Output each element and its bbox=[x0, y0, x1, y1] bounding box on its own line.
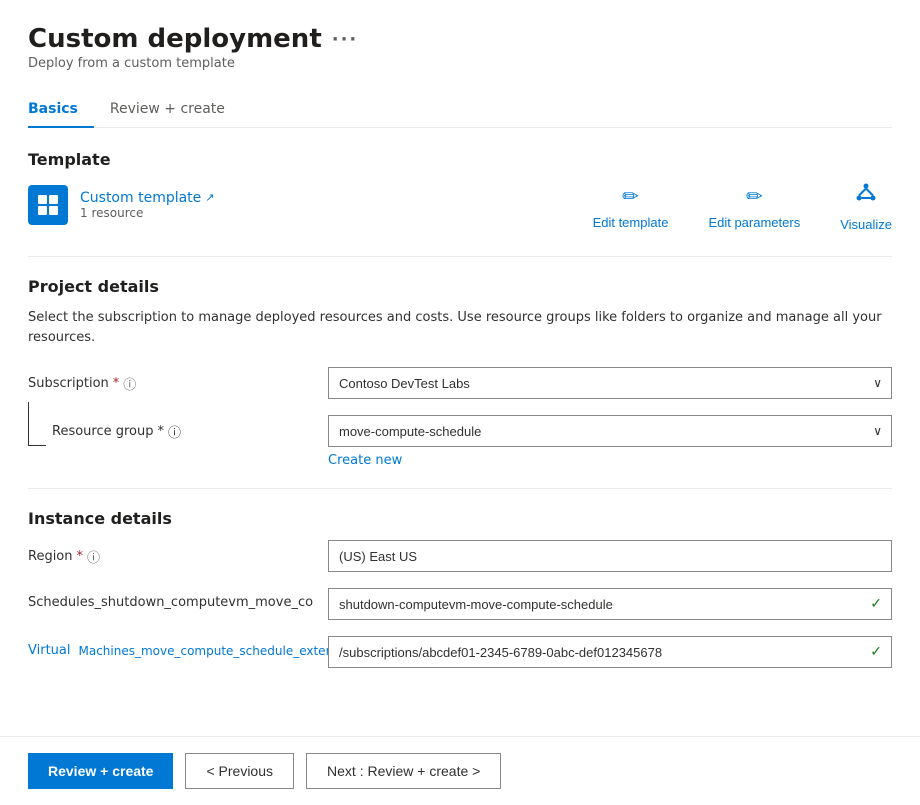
virtual-machines-dropdown-wrapper: /subscriptions/abcdef01-2345-6789-0abc-d… bbox=[328, 636, 892, 668]
subscription-info-icon[interactable]: ⓘ bbox=[123, 374, 136, 393]
instance-details-title: Instance details bbox=[28, 509, 892, 528]
subscription-dropdown-wrapper: Contoso DevTest Labs bbox=[328, 367, 892, 399]
review-create-button[interactable]: Review + create bbox=[28, 753, 173, 789]
ellipsis-menu[interactable]: ··· bbox=[332, 29, 359, 50]
project-description: Select the subscription to manage deploy… bbox=[28, 308, 892, 347]
region-row: Region * ⓘ bbox=[28, 540, 892, 572]
divider-2 bbox=[28, 488, 892, 489]
page-header: Custom deployment ··· Deploy from a cust… bbox=[28, 24, 892, 71]
region-input[interactable] bbox=[328, 540, 892, 572]
schedules-dropdown-wrapper: shutdown-computevm-move-compute-schedule bbox=[328, 588, 892, 620]
virtual-machines-control: /subscriptions/abcdef01-2345-6789-0abc-d… bbox=[328, 636, 892, 668]
edit-template-button[interactable]: ✏ Edit template bbox=[593, 184, 669, 230]
schedules-row: Schedules_shutdown_computevm_move_co shu… bbox=[28, 588, 892, 620]
page-subtitle: Deploy from a custom template bbox=[28, 56, 892, 71]
subscription-row: Subscription * ⓘ Contoso DevTest Labs bbox=[28, 367, 892, 399]
external-link-icon: ↗ bbox=[205, 191, 214, 204]
region-label: Region * ⓘ bbox=[28, 540, 308, 566]
tabs-bar: Basics Review + create bbox=[28, 91, 892, 128]
template-section: Template Custom template ↗ bbox=[28, 150, 892, 232]
region-required: * bbox=[77, 549, 84, 564]
template-card: Custom template ↗ 1 resource bbox=[28, 185, 215, 225]
next-button[interactable]: Next : Review + create > bbox=[306, 753, 501, 789]
project-details-title: Project details bbox=[28, 277, 892, 296]
virtual-sublabel-text: Machines_move_compute_schedule_externali… bbox=[78, 644, 359, 658]
virtual-machines-dropdown[interactable]: /subscriptions/abcdef01-2345-6789-0abc-d… bbox=[328, 636, 892, 668]
resource-group-bracket bbox=[28, 402, 46, 446]
template-icon bbox=[28, 185, 68, 225]
resource-group-dropdown-wrapper: move-compute-schedule bbox=[328, 415, 892, 447]
edit-parameters-button[interactable]: ✏ Edit parameters bbox=[708, 184, 800, 230]
template-actions: ✏ Edit template ✏ Edit parameters bbox=[593, 181, 892, 232]
visualize-button[interactable]: Visualize bbox=[840, 181, 892, 232]
edit-parameters-icon: ✏ bbox=[746, 184, 763, 209]
resource-group-control: move-compute-schedule Create new bbox=[328, 415, 892, 468]
network-icon bbox=[854, 181, 878, 205]
schedules-dropdown[interactable]: shutdown-computevm-move-compute-schedule bbox=[328, 588, 892, 620]
subscription-dropdown[interactable]: Contoso DevTest Labs bbox=[328, 367, 892, 399]
resource-group-dropdown[interactable]: move-compute-schedule bbox=[328, 415, 892, 447]
divider-1 bbox=[28, 256, 892, 257]
virtual-machines-label: VirtualMachines_move_compute_schedule_ex… bbox=[28, 636, 308, 658]
edit-template-icon: ✏ bbox=[622, 184, 639, 209]
tab-review-create[interactable]: Review + create bbox=[110, 91, 241, 127]
page-title: Custom deployment bbox=[28, 24, 322, 54]
subscription-required: * bbox=[113, 376, 120, 391]
region-info-icon[interactable]: ⓘ bbox=[87, 547, 100, 566]
resource-group-row: Resource group * ⓘ move-compute-schedule… bbox=[28, 415, 892, 468]
subscription-label: Subscription * ⓘ bbox=[28, 367, 308, 393]
subscription-control: Contoso DevTest Labs bbox=[328, 367, 892, 399]
schedules-control: shutdown-computevm-move-compute-schedule bbox=[328, 588, 892, 620]
visualize-icon bbox=[854, 181, 878, 211]
resource-group-info-icon[interactable]: ⓘ bbox=[168, 422, 181, 441]
region-control bbox=[328, 540, 892, 572]
footer-bar: Review + create < Previous Next : Review… bbox=[0, 736, 920, 805]
virtual-label-text: Virtual bbox=[28, 643, 70, 658]
template-info: Custom template ↗ 1 resource bbox=[80, 190, 215, 220]
tab-basics[interactable]: Basics bbox=[28, 91, 94, 127]
virtual-machines-row: Virtual Machines_move_compute_schedule_ex… bbox=[28, 636, 892, 668]
template-name-link[interactable]: Custom template ↗ bbox=[80, 190, 215, 206]
resource-group-label-wrapper: Resource group * ⓘ bbox=[28, 415, 308, 446]
create-new-link[interactable]: Create new bbox=[328, 453, 402, 468]
schedules-label: Schedules_shutdown_computevm_move_co bbox=[28, 588, 308, 610]
instance-details-section: Instance details Region * ⓘ Schedules_sh… bbox=[28, 509, 892, 668]
resource-group-required: * bbox=[158, 424, 165, 439]
template-section-title: Template bbox=[28, 150, 892, 169]
grid-icon bbox=[36, 193, 60, 217]
template-resource-count: 1 resource bbox=[80, 206, 215, 220]
resource-group-label: Resource group * ⓘ bbox=[52, 422, 181, 441]
previous-button[interactable]: < Previous bbox=[185, 753, 294, 789]
project-details-section: Project details Select the subscription … bbox=[28, 277, 892, 468]
